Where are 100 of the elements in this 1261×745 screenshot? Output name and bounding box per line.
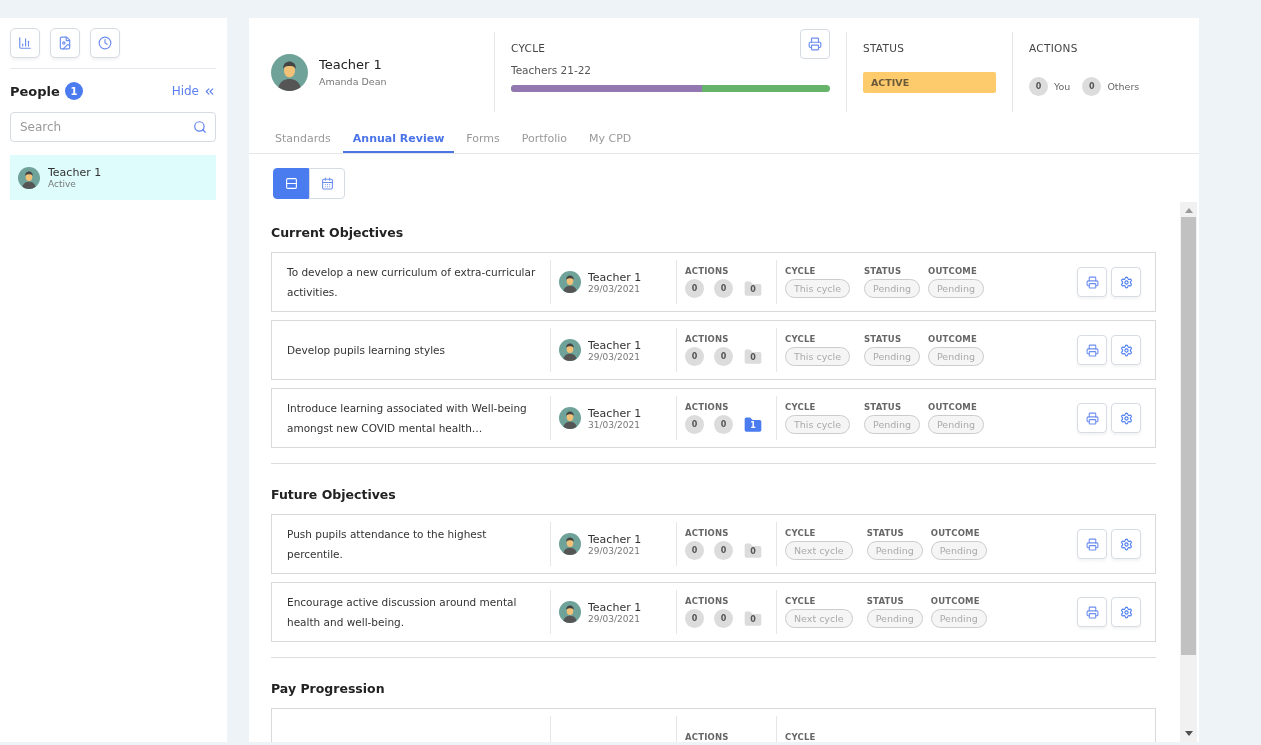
status-pill: Pending: [866, 609, 923, 628]
chart-button[interactable]: [10, 28, 40, 58]
tab[interactable]: Forms: [456, 124, 510, 153]
print-button[interactable]: [1077, 403, 1107, 433]
count-badge: 0: [1029, 77, 1048, 96]
print-button[interactable]: [1077, 597, 1107, 627]
clock-icon: [98, 36, 112, 50]
cycle-label: CYCLE: [785, 731, 816, 742]
document-icon: [58, 36, 72, 50]
settings-button[interactable]: [1111, 267, 1141, 297]
avatar-icon: [559, 601, 581, 623]
folder-icon: 0: [743, 610, 763, 627]
count-badge: 0: [685, 541, 704, 560]
outcome-pill: Pending: [930, 541, 987, 560]
outcome-label: OUTCOME: [928, 402, 979, 412]
status-label: STATUS: [864, 402, 903, 412]
count-badge: 0: [1082, 77, 1102, 96]
section-title: Current Objectives: [271, 224, 405, 242]
cycle-pill: Next cycle: [785, 541, 853, 560]
person-item[interactable]: Teacher 1 Active: [10, 155, 216, 200]
teacher-subname: Amanda Dean: [319, 76, 387, 87]
tab[interactable]: My CPD: [579, 124, 642, 153]
scrollbar[interactable]: [1180, 202, 1197, 742]
folder-icon: 0: [743, 348, 763, 365]
status-label: STATUS: [864, 334, 903, 344]
status-pill: Pending: [864, 279, 920, 298]
settings-button[interactable]: [1111, 597, 1141, 627]
settings-button[interactable]: [1111, 335, 1141, 365]
status-label: STATUS: [866, 528, 905, 538]
calendar-view-button[interactable]: [309, 168, 345, 199]
count-badge: 0: [685, 279, 704, 298]
outcome-label: OUTCOME: [928, 266, 979, 276]
count-badge: 0: [714, 541, 733, 560]
objective-date: 29/03/2021: [588, 283, 641, 294]
count-badge: 0: [685, 415, 704, 434]
status-pill: Pending: [866, 541, 923, 560]
settings-icon: [1119, 343, 1133, 357]
outcome-pill: Pending: [928, 347, 984, 366]
objective-date: 29/03/2021: [588, 545, 641, 556]
folder-icon: 0: [743, 542, 763, 559]
outcome-pill: Pending: [930, 609, 987, 628]
status-label: STATUS: [863, 42, 905, 54]
teacher-name: Teacher 1: [588, 532, 642, 546]
teacher-name: Teacher 1: [319, 57, 383, 72]
print-button[interactable]: [1077, 267, 1107, 297]
bar-chart-icon: [18, 36, 32, 50]
report-button[interactable]: [50, 28, 80, 58]
actions-label: ACTIONS: [685, 334, 730, 344]
actions-label: ACTIONS: [685, 528, 730, 538]
tab[interactable]: Portfolio: [511, 124, 578, 153]
teacher-name: Teacher 1: [588, 600, 642, 614]
avatar-icon: [559, 339, 581, 361]
tab[interactable]: Standards: [265, 124, 341, 153]
settings-icon: [1119, 605, 1133, 619]
actions-label: ACTIONS: [685, 402, 730, 412]
count-badge: 0: [714, 347, 733, 366]
count-badge: 0: [714, 279, 733, 298]
count-badge: 1: [64, 82, 83, 100]
printer-icon: [808, 37, 822, 51]
outcome-label: OUTCOME: [928, 334, 979, 344]
clock-button[interactable]: [90, 28, 120, 58]
settings-button[interactable]: [1111, 529, 1141, 559]
count-badge: 0: [685, 609, 704, 628]
objective-date: 31/03/2021: [588, 419, 641, 430]
hide-link[interactable]: Hide: [171, 84, 216, 98]
person-name: Teacher 1: [48, 166, 102, 179]
count-badge: 0: [685, 347, 704, 366]
person-status: Active: [48, 179, 77, 189]
folder-icon: 0: [743, 280, 763, 297]
settings-button[interactable]: [1111, 403, 1141, 433]
outcome-label: OUTCOME: [930, 528, 981, 538]
cycle-label: CYCLE: [785, 596, 817, 606]
cycle-pill: This cycle: [785, 347, 850, 366]
cycle-pill: This cycle: [785, 415, 850, 434]
print-button[interactable]: [800, 29, 830, 59]
search-field[interactable]: Search: [10, 112, 216, 142]
cycle-label: CYCLE: [785, 402, 817, 412]
cycle-name: Teachers 21-22: [511, 64, 593, 76]
outcome-label: OUTCOME: [930, 596, 981, 606]
print-button[interactable]: [1077, 335, 1107, 365]
avatar-icon: [559, 407, 581, 429]
avatar-icon: [271, 53, 308, 91]
count-badge: 0: [714, 609, 733, 628]
tab[interactable]: Annual Review: [342, 124, 455, 153]
avatar-icon: [18, 166, 40, 189]
objective-text: To develop a new curriculum of extra-curricular activities.: [287, 260, 551, 304]
printer-icon: [1085, 275, 1099, 289]
print-button[interactable]: [1077, 529, 1107, 559]
avatar-icon: [559, 533, 581, 555]
cycle-pill: This cycle: [785, 279, 850, 298]
count-badge: 0: [714, 415, 733, 434]
printer-icon: [1085, 343, 1099, 357]
status-label: STATUS: [864, 266, 903, 276]
objective-date: 29/03/2021: [588, 351, 641, 362]
objective-text: Encourage active discussion around mental health and well-being.: [287, 590, 551, 634]
list-view-button[interactable]: [273, 168, 309, 199]
objective-text: Push pupils attendance to the highest percentile.: [287, 522, 551, 566]
cycle-label: CYCLE: [511, 42, 546, 54]
actions-owner-label: You: [1054, 81, 1071, 92]
actions-label: ACTIONS: [685, 596, 730, 606]
